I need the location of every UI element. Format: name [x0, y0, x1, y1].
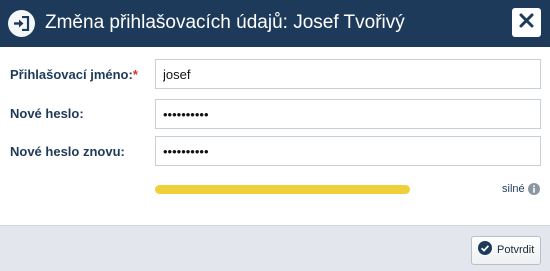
check-circle-icon — [478, 241, 492, 260]
new-password-repeat-input[interactable] — [155, 136, 541, 166]
new-password-input[interactable] — [155, 99, 541, 129]
password-strength-label: silné — [502, 183, 525, 195]
dialog-title: Změna přihlašovacích údajů: Josef Tvořiv… — [45, 12, 405, 33]
username-input[interactable] — [155, 59, 541, 89]
required-marker: * — [132, 67, 138, 82]
confirm-label: Potvrdit — [497, 244, 535, 256]
change-credentials-dialog: Změna přihlašovacích údajů: Josef Tvořiv… — [0, 0, 550, 271]
info-icon[interactable] — [528, 183, 540, 195]
password-strength-bar — [155, 185, 410, 194]
new-password-label: Nové heslo: — [10, 106, 84, 121]
login-arrow-icon — [8, 10, 35, 37]
new-password-repeat-label: Nové heslo znovu: — [10, 144, 125, 159]
credentials-form: Přihlašovací jméno:* Nové heslo: Nové he… — [0, 47, 550, 225]
close-icon — [519, 13, 534, 33]
username-label: Přihlašovací jméno:* — [10, 67, 138, 82]
dialog-footer: Potvrdit — [0, 225, 550, 271]
close-button[interactable] — [512, 8, 541, 37]
confirm-button[interactable]: Potvrdit — [471, 236, 541, 265]
dialog-header: Změna přihlašovacích údajů: Josef Tvořiv… — [0, 0, 550, 47]
